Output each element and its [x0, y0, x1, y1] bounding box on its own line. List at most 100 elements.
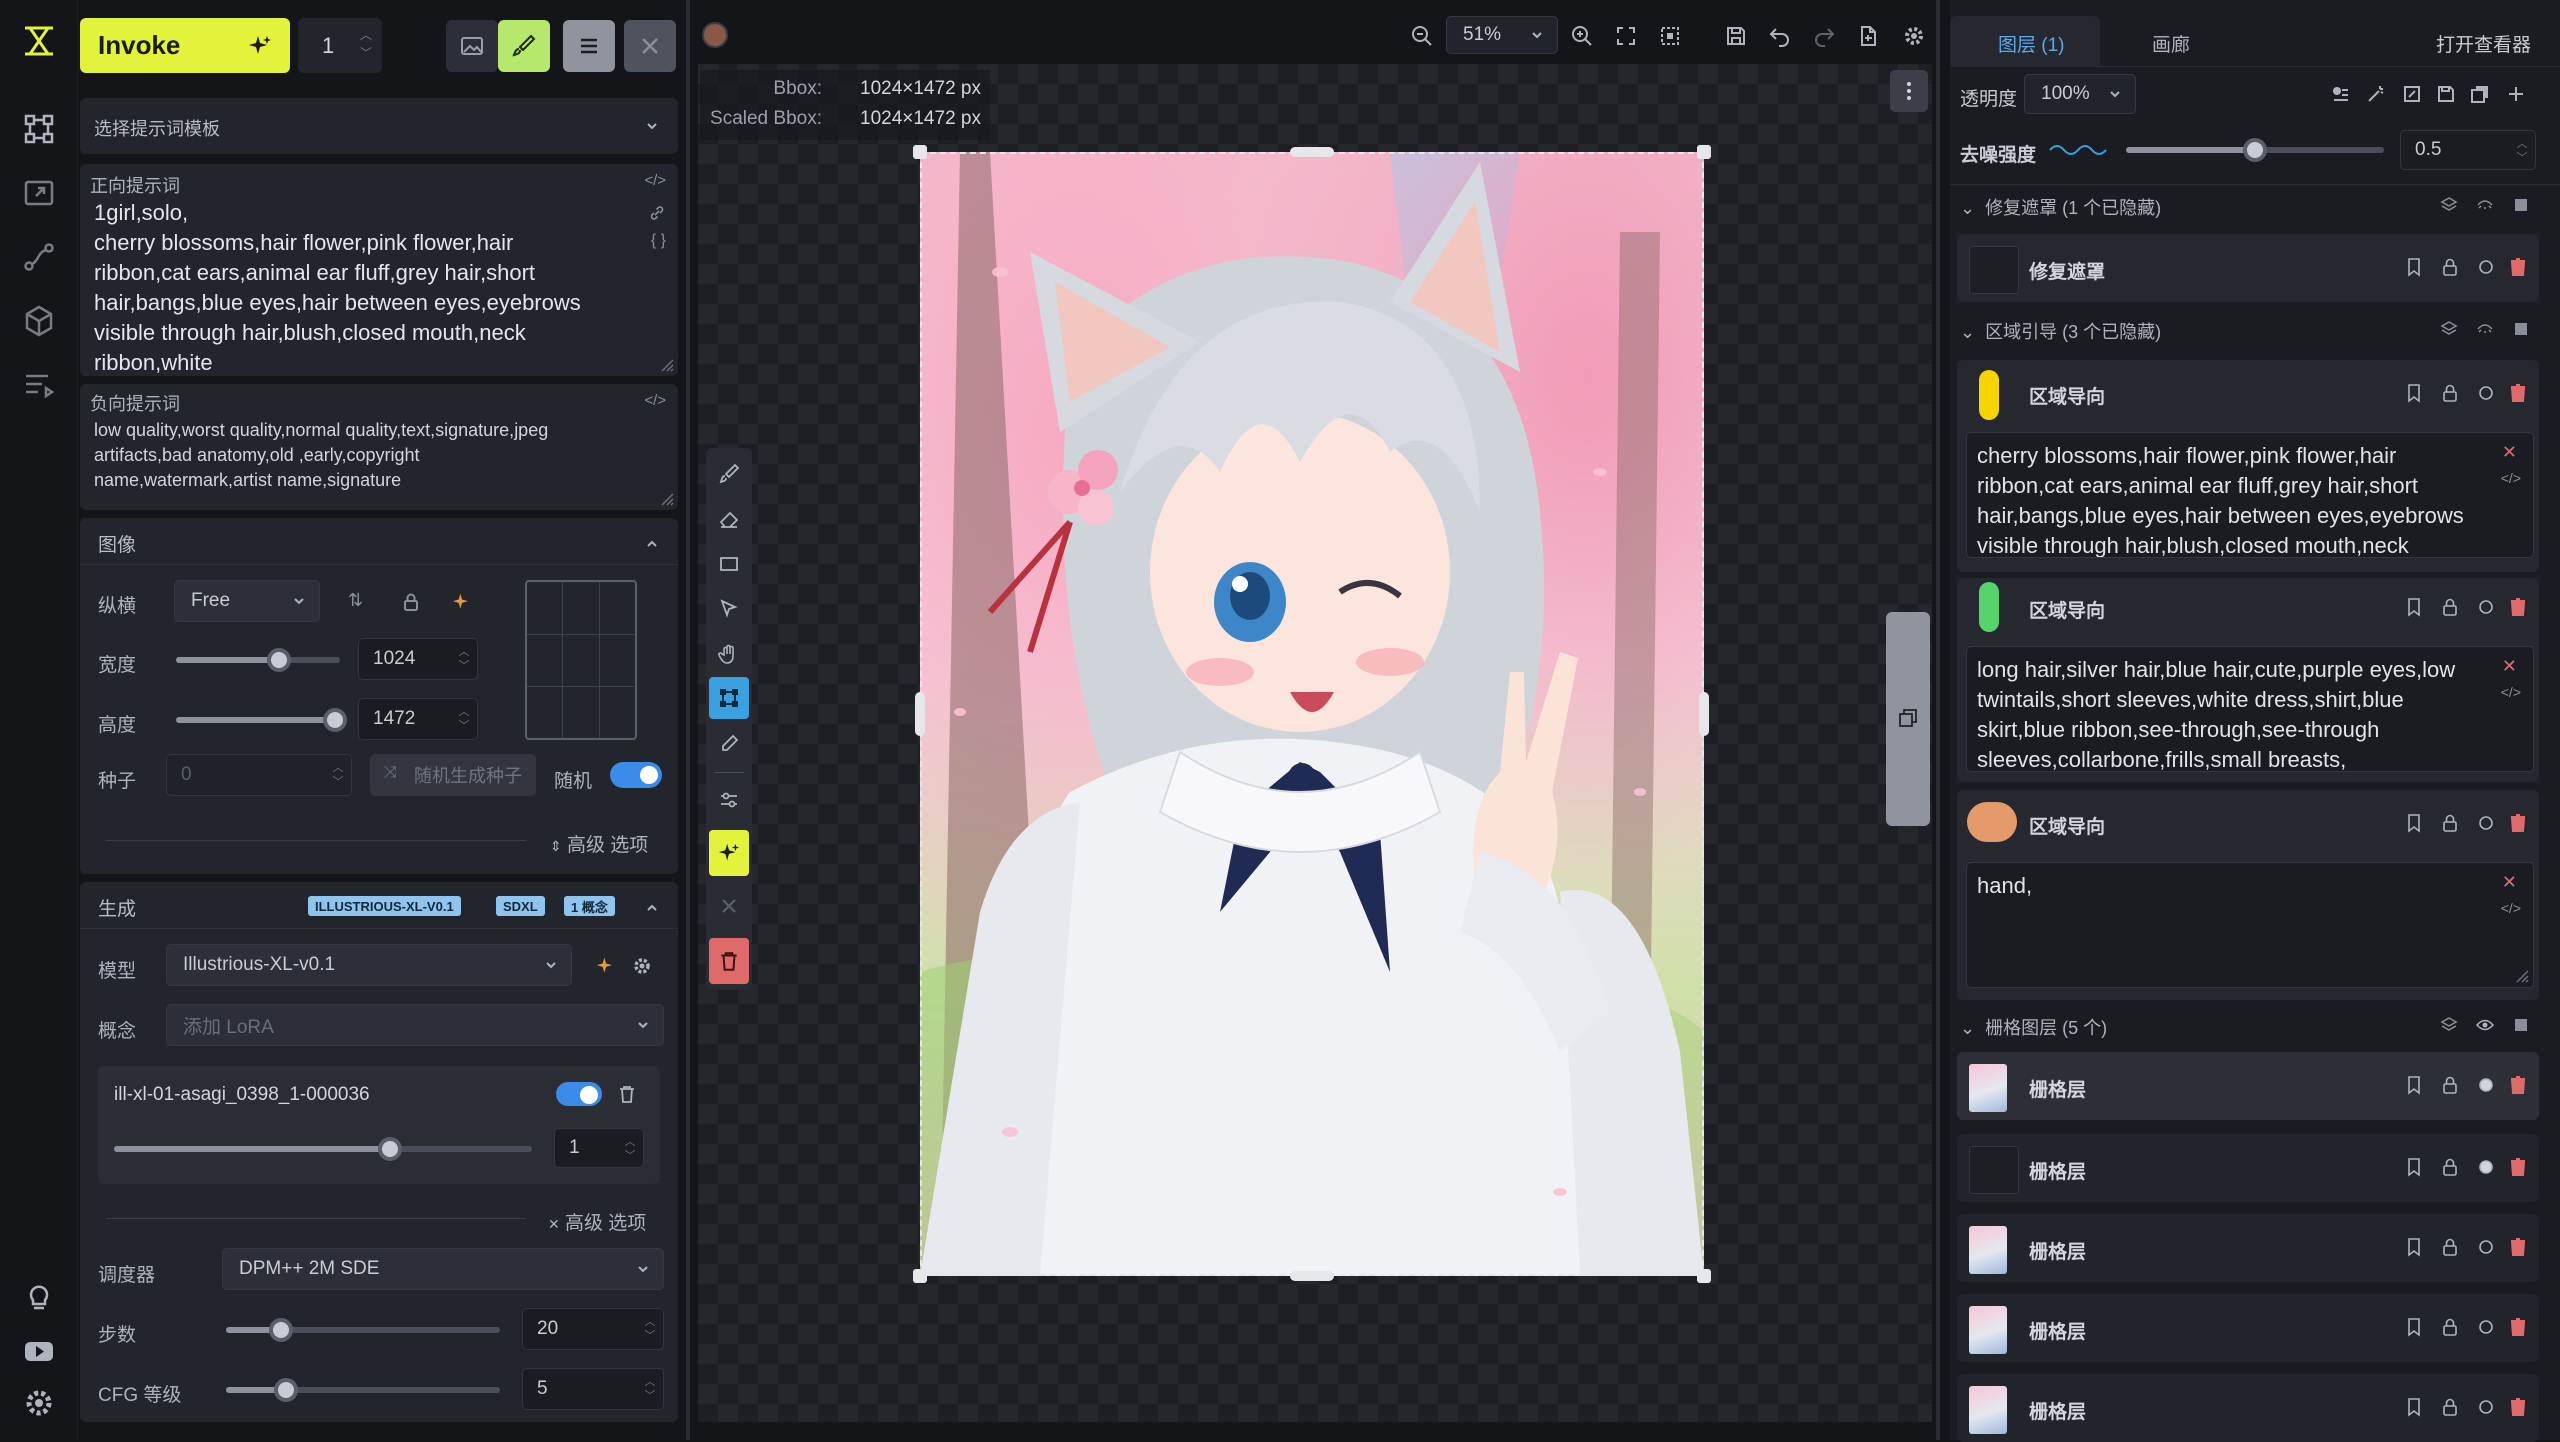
positive-prompt-text[interactable]: 1girl,solo, cherry blossoms,hair flower,… — [94, 198, 634, 378]
side-panel-toggle[interactable] — [1886, 612, 1930, 826]
lora-enable-toggle[interactable] — [556, 1082, 602, 1106]
region-color-swatch[interactable] — [1979, 370, 1999, 420]
export-file-icon[interactable] — [1856, 24, 1880, 48]
queue-icon[interactable] — [22, 368, 56, 402]
menu-button[interactable] — [563, 20, 615, 72]
square-icon[interactable] — [2512, 196, 2530, 214]
save-layer-icon[interactable] — [2436, 84, 2456, 104]
height-slider-thumb[interactable] — [323, 708, 348, 732]
tab-layers[interactable]: 图层 (1) — [1950, 16, 2100, 66]
code-icon[interactable]: </> — [2501, 893, 2521, 923]
cfg-slider[interactable] — [226, 1378, 500, 1402]
zoom-in-icon[interactable] — [1570, 24, 1594, 48]
raster-layer-row[interactable]: 栅格层 — [1957, 1134, 2539, 1202]
model-select[interactable]: Illustrious-XL-v0.1 — [166, 944, 572, 986]
regional-prompt-1[interactable]: cherry blossoms,hair flower,pink flower,… — [1966, 432, 2534, 558]
negative-prompt-box[interactable]: 负向提示词 low quality,worst quality,normal q… — [80, 384, 678, 510]
bookmark-icon[interactable] — [2405, 1396, 2423, 1418]
trash-icon[interactable] — [2509, 1396, 2527, 1418]
bbox-handle[interactable] — [913, 1269, 927, 1283]
lora-slider-thumb[interactable] — [377, 1137, 402, 1161]
undo-icon[interactable] — [1768, 24, 1792, 48]
denoise-slider-thumb[interactable] — [2243, 138, 2267, 162]
stepper-arrows[interactable]: ︿ ﹀ — [331, 761, 345, 789]
stepper-arrows[interactable]: ︿ ﹀ — [457, 705, 471, 733]
generate-sparkle-button[interactable] — [709, 830, 749, 876]
stepper-arrows[interactable]: ︿ ﹀ — [457, 645, 471, 673]
regional-prompt-3[interactable]: hand, ✕ </> — [1966, 862, 2534, 988]
region-color-swatch[interactable] — [1979, 582, 1999, 632]
bbox-tool[interactable] — [709, 677, 749, 719]
square-icon[interactable] — [2512, 320, 2530, 338]
eye-icon[interactable] — [2476, 1016, 2494, 1034]
stepper-arrows[interactable]: ︿ ﹀ — [643, 1375, 657, 1403]
trash-icon[interactable] — [2509, 1074, 2527, 1096]
resize-grip-icon[interactable] — [2515, 969, 2529, 983]
layers-icon[interactable] — [2440, 1016, 2458, 1034]
raster-layer-row[interactable]: 栅格层 — [1957, 1294, 2539, 1362]
visibility-circle-icon[interactable] — [2477, 1316, 2495, 1338]
code-icon[interactable]: </> — [2501, 463, 2521, 493]
merge-layers-icon[interactable] — [2330, 84, 2350, 104]
width-slider[interactable] — [176, 648, 340, 672]
visibility-circle-icon[interactable] — [2477, 1074, 2495, 1096]
braces-icon[interactable]: { } — [651, 232, 666, 250]
bbox-handle[interactable] — [1290, 147, 1334, 157]
cancel-gen-button[interactable] — [707, 884, 751, 928]
canvas-mode-button[interactable] — [498, 20, 550, 72]
bookmark-icon[interactable] — [2405, 1074, 2423, 1096]
width-input[interactable]: 1024 ︿ ﹀ — [358, 638, 478, 680]
lock-icon[interactable] — [2441, 812, 2459, 834]
magic-wand-icon[interactable] — [2366, 84, 2386, 104]
clear-canvas-button[interactable] — [709, 938, 749, 984]
panel-resize-handle[interactable] — [1936, 0, 1940, 1440]
view-tool[interactable] — [707, 632, 751, 676]
region-color-swatch[interactable] — [1967, 802, 2017, 842]
cancel-button[interactable] — [624, 20, 676, 72]
raster-layer-row[interactable]: 栅格层 — [1957, 1374, 2539, 1442]
eye-off-icon[interactable] — [2476, 196, 2494, 214]
zoom-out-icon[interactable] — [1410, 24, 1434, 48]
upscale-icon[interactable] — [22, 176, 56, 210]
opacity-select[interactable]: 100% — [2024, 74, 2136, 114]
canvas-more-button[interactable] — [1890, 70, 1928, 112]
raster-layer-row[interactable]: 栅格层 — [1957, 1052, 2539, 1120]
trash-icon[interactable] — [2509, 596, 2527, 618]
advanced-options-toggle[interactable]: ⇕ 高级 选项 — [550, 830, 648, 857]
width-slider-thumb[interactable] — [267, 648, 292, 672]
prompt-template-select[interactable]: 选择提示词模板 — [80, 98, 678, 154]
swap-icon[interactable]: ⇅ — [348, 590, 363, 611]
models-cube-icon[interactable] — [22, 304, 56, 338]
sparkle-icon[interactable] — [452, 592, 472, 612]
inpaint-group-header[interactable]: ⌄ 修复遮罩 (1 个已隐藏) — [1960, 194, 2161, 220]
add-layer-icon[interactable] — [2506, 84, 2526, 104]
lora-select[interactable]: 添加 LoRA — [166, 1004, 664, 1046]
visibility-circle-icon[interactable] — [2477, 1236, 2495, 1258]
trash-icon[interactable] — [2509, 256, 2527, 278]
brush-tool[interactable] — [707, 452, 751, 496]
visibility-circle-icon[interactable] — [2477, 382, 2495, 404]
trash-icon[interactable] — [2509, 382, 2527, 404]
bbox-handle[interactable] — [1697, 145, 1711, 159]
layers-icon[interactable] — [2440, 320, 2458, 338]
iterations-stepper[interactable]: 1 ︿ ﹀ — [298, 18, 382, 73]
code-icon[interactable]: </> — [644, 172, 666, 189]
stepper-arrows[interactable]: ︿ ﹀ — [623, 1135, 637, 1163]
bookmark-icon[interactable] — [2405, 1156, 2423, 1178]
bookmark-icon[interactable] — [2405, 382, 2423, 404]
bbox-handle[interactable] — [1290, 1271, 1334, 1281]
workflows-icon[interactable] — [22, 240, 56, 274]
chevron-up-icon[interactable] — [646, 538, 658, 550]
height-slider[interactable] — [176, 708, 348, 732]
denoise-input[interactable]: 0.5 ︿ ﹀ — [2400, 130, 2536, 170]
lora-weight-input[interactable]: 1 ︿ ﹀ — [554, 1128, 644, 1168]
cfg-slider-thumb[interactable] — [274, 1378, 299, 1402]
steps-slider-thumb[interactable] — [268, 1318, 293, 1342]
trash-icon[interactable] — [618, 1084, 636, 1104]
link-icon[interactable] — [648, 204, 666, 222]
workflow-nodes-icon[interactable] — [22, 112, 56, 146]
seed-input[interactable]: 0 ︿ ﹀ — [166, 754, 352, 796]
lock-icon[interactable] — [2441, 256, 2459, 278]
bookmark-icon[interactable] — [2405, 1316, 2423, 1338]
lora-weight-slider[interactable] — [114, 1137, 532, 1161]
